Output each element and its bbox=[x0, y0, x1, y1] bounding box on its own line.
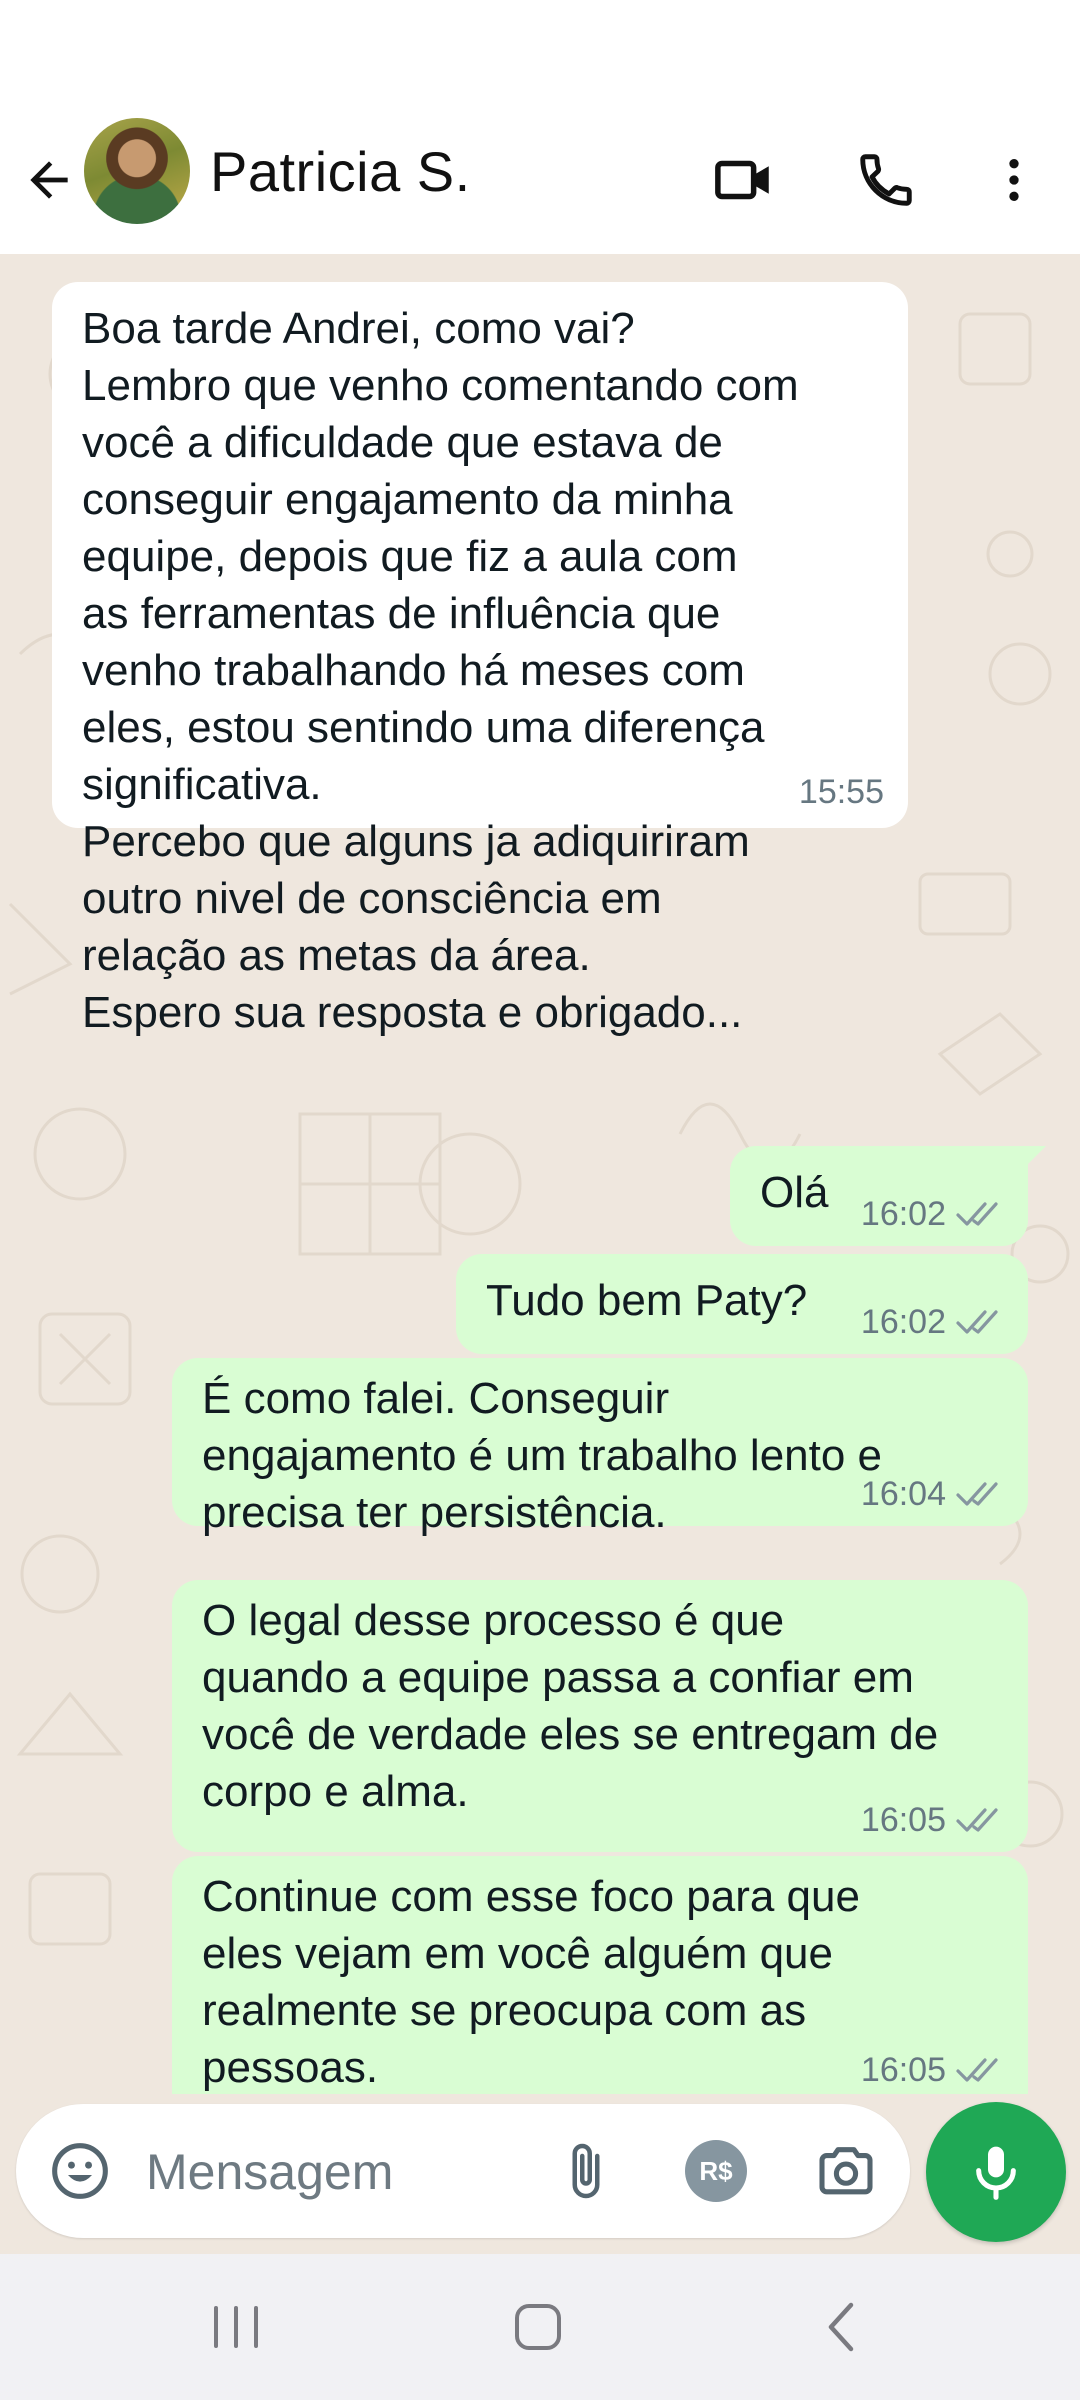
message-input-container[interactable]: R$ bbox=[16, 2104, 910, 2238]
back-button[interactable] bbox=[14, 140, 84, 220]
home-button[interactable] bbox=[488, 2292, 588, 2362]
double-check-icon bbox=[956, 2058, 998, 2082]
compose-bar: R$ bbox=[0, 2094, 1080, 2254]
message-time: 16:05 bbox=[860, 1801, 946, 1839]
camera-icon bbox=[819, 2147, 873, 2195]
double-check-icon bbox=[956, 1310, 998, 1334]
system-back-button[interactable] bbox=[792, 2292, 892, 2362]
voice-call-button[interactable] bbox=[846, 140, 926, 220]
recent-apps-icon bbox=[214, 2306, 258, 2348]
outgoing-message[interactable]: O legal desse processo é que quando a eq… bbox=[172, 1580, 1028, 1852]
double-check-icon bbox=[956, 1482, 998, 1506]
status-bar bbox=[0, 0, 1080, 110]
emoji-button[interactable] bbox=[40, 2131, 120, 2211]
bubble-tail bbox=[1020, 1146, 1046, 1172]
message-input[interactable] bbox=[144, 2131, 528, 2213]
message-time: 16:02 bbox=[860, 1303, 946, 1341]
chat-header: Patricia S. bbox=[0, 110, 1080, 255]
paperclip-icon bbox=[572, 2143, 600, 2199]
video-camera-icon bbox=[715, 160, 769, 200]
system-navigation-bar bbox=[0, 2254, 1080, 2400]
message-time: 15:55 bbox=[798, 773, 884, 811]
home-icon bbox=[515, 2304, 561, 2350]
arrow-left-icon bbox=[30, 161, 68, 199]
chevron-left-icon bbox=[828, 2302, 854, 2352]
attach-button[interactable] bbox=[546, 2131, 626, 2211]
voice-message-button[interactable] bbox=[926, 2102, 1066, 2242]
message-meta: 16:04 bbox=[861, 1472, 1006, 1516]
phone-icon bbox=[860, 154, 912, 206]
message-text: Boa tarde Andrei, como vai? Lembro que v… bbox=[82, 304, 799, 1037]
outgoing-message[interactable]: Continue com esse foco para que eles vej… bbox=[172, 1856, 1028, 2094]
message-text: O legal desse processo é que quando a eq… bbox=[202, 1596, 939, 1816]
video-call-button[interactable] bbox=[704, 140, 784, 220]
message-meta: 16:05 bbox=[861, 1798, 1006, 1842]
message-time: 16:02 bbox=[860, 1195, 946, 1233]
outgoing-message[interactable]: Olá 16:02 bbox=[730, 1146, 1046, 1246]
camera-button[interactable] bbox=[806, 2131, 886, 2211]
message-time: 16:04 bbox=[860, 1475, 946, 1513]
more-vertical-icon bbox=[1009, 159, 1019, 201]
message-meta: 15:55 bbox=[799, 770, 884, 814]
incoming-message[interactable]: Boa tarde Andrei, como vai? Lembro que v… bbox=[52, 282, 908, 1037]
outgoing-message[interactable]: Tudo bem Paty? 16:02 bbox=[456, 1254, 1028, 1354]
microphone-icon bbox=[976, 2146, 1016, 2200]
payment-button[interactable]: R$ bbox=[676, 2131, 756, 2211]
contact-name[interactable]: Patricia S. bbox=[210, 132, 471, 212]
message-meta: 16:02 bbox=[861, 1300, 1006, 1344]
avatar[interactable] bbox=[84, 118, 190, 224]
double-check-icon bbox=[956, 1202, 998, 1226]
message-meta: 16:02 bbox=[861, 1192, 1006, 1236]
payment-icon: R$ bbox=[685, 2140, 747, 2202]
double-check-icon bbox=[956, 1808, 998, 1832]
smiley-icon bbox=[52, 2143, 108, 2199]
message-time: 16:05 bbox=[860, 2051, 946, 2089]
more-options-button[interactable] bbox=[974, 140, 1054, 220]
recent-apps-button[interactable] bbox=[186, 2292, 286, 2362]
outgoing-message[interactable]: É como falei. Conseguir engajamento é um… bbox=[172, 1358, 1028, 1537]
message-meta: 16:05 bbox=[861, 2048, 1006, 2092]
chat-area[interactable]: Boa tarde Andrei, como vai? Lembro que v… bbox=[0, 254, 1080, 2094]
